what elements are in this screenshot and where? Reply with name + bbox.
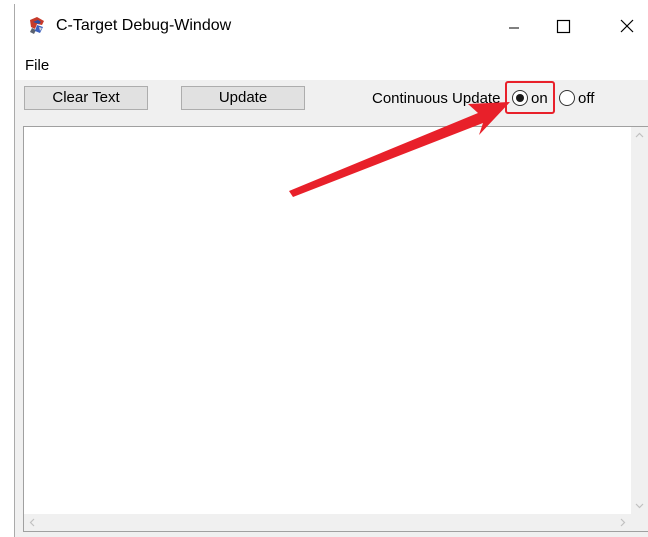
c-target-app-icon xyxy=(30,17,44,34)
update-button[interactable]: Update xyxy=(181,86,305,110)
close-icon xyxy=(620,19,634,33)
radio-off-label[interactable]: off xyxy=(578,90,594,107)
minimize-button[interactable] xyxy=(491,4,537,48)
scroll-down-icon[interactable] xyxy=(631,497,648,514)
menu-bar: File xyxy=(15,48,648,80)
title-bar[interactable]: C-Target Debug-Window xyxy=(15,4,648,48)
window-title: C-Target Debug-Window xyxy=(56,17,232,34)
annotation-highlight-box xyxy=(505,81,555,114)
close-button[interactable] xyxy=(603,4,648,48)
vertical-scrollbar[interactable] xyxy=(631,127,648,514)
scroll-left-icon[interactable] xyxy=(24,514,41,531)
horizontal-scrollbar[interactable] xyxy=(24,514,631,531)
scrollbar-corner xyxy=(631,514,648,531)
radio-off[interactable] xyxy=(559,90,575,106)
continuous-update-label: Continuous Update xyxy=(372,90,501,107)
menu-item-file[interactable]: File xyxy=(25,57,49,74)
minimize-icon xyxy=(509,27,519,29)
clear-text-button[interactable]: Clear Text xyxy=(24,86,148,110)
debug-output-textarea[interactable] xyxy=(23,126,648,532)
debug-window: C-Target Debug-Window File Clear Text Up… xyxy=(14,4,648,537)
scroll-up-icon[interactable] xyxy=(631,127,648,144)
maximize-button[interactable] xyxy=(539,4,585,48)
maximize-icon xyxy=(556,19,571,34)
scroll-right-icon[interactable] xyxy=(614,514,631,531)
